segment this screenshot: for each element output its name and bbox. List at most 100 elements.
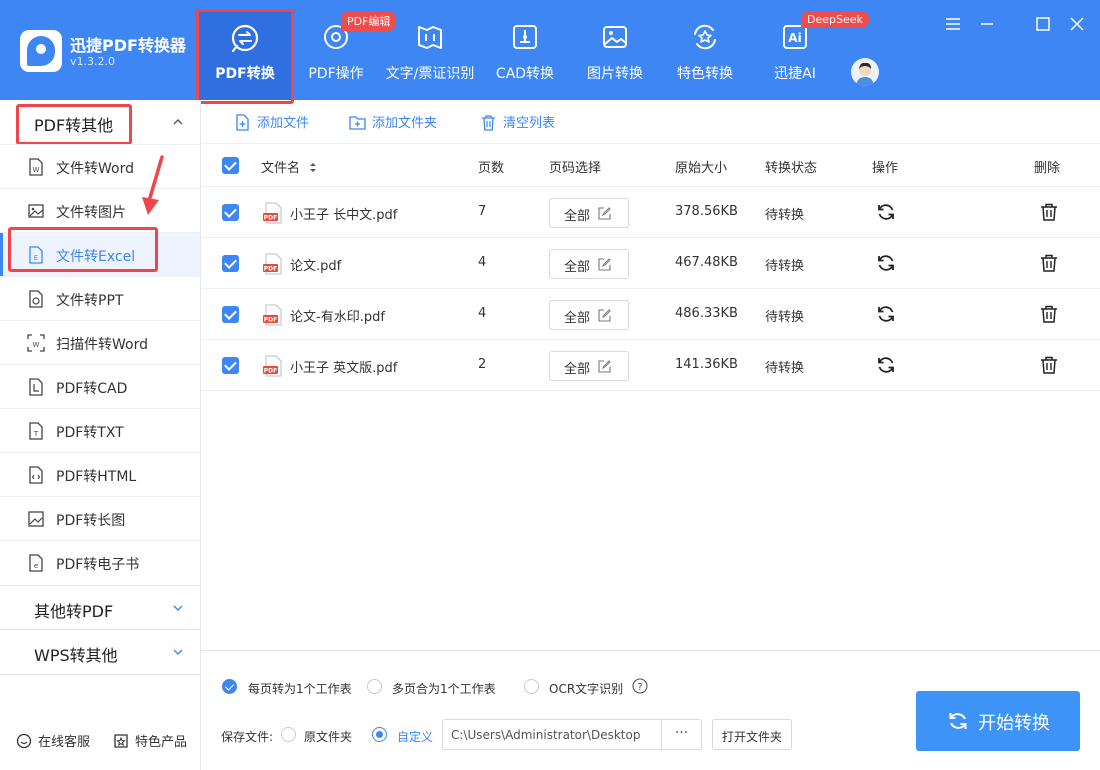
special-products-label: 特色产品 <box>135 735 188 750</box>
online-service-link[interactable]: 在线客服 <box>16 731 90 750</box>
add-folder-button[interactable]: 添加文件夹 <box>349 112 437 131</box>
sidebar-item-cad[interactable]: PDF转CAD <box>0 364 200 408</box>
row-checkbox[interactable] <box>222 357 239 374</box>
sidebar-item-ebook[interactable]: e PDF转电子书 <box>0 540 200 584</box>
per-page-sheet-radio[interactable] <box>222 679 237 694</box>
trash-icon[interactable] <box>1039 253 1059 273</box>
special-products-link[interactable]: 特色产品 <box>113 731 187 750</box>
user-avatar[interactable] <box>851 58 879 86</box>
file-name: 小王子 长中文.pdf <box>290 208 398 223</box>
row-checkbox[interactable] <box>222 204 239 221</box>
ebook-icon: e <box>29 554 43 572</box>
sidebar-group-wps-to-other[interactable]: WPS转其他 <box>0 629 200 673</box>
row-checkbox[interactable] <box>222 255 239 272</box>
browse-button[interactable]: ··· <box>661 719 702 750</box>
trash-icon[interactable] <box>1039 304 1059 324</box>
file-size: 378.56KB <box>675 204 738 219</box>
refresh-icon <box>949 713 967 729</box>
group-label: 其他转PDF <box>34 602 114 621</box>
maximize-icon[interactable] <box>1033 14 1053 34</box>
top-bar: 迅捷PDF转换器 v1.3.2.0 PDF转换 PDF操作 PDF编辑 文字/票… <box>0 0 1100 104</box>
ocr-radio[interactable] <box>524 679 539 694</box>
divider <box>0 674 200 675</box>
convert-status: 待转换 <box>765 208 805 223</box>
sidebar-item-image[interactable]: 文件转图片 <box>0 188 200 232</box>
original-folder-label: 原文件夹 <box>304 730 353 744</box>
add-file-label: 添加文件 <box>257 116 310 131</box>
html-icon <box>29 466 43 484</box>
sidebar-item-label: PDF转CAD <box>56 381 128 397</box>
options-panel: 每页转为1个工作表 多页合为1个工作表 OCR文字识别 ? 保存文件: 原文件夹… <box>201 650 1100 770</box>
group-label: WPS转其他 <box>34 646 118 665</box>
minimize-icon[interactable] <box>977 14 997 34</box>
page-range-button[interactable]: 全部 <box>549 351 629 381</box>
svg-text:W: W <box>33 341 40 349</box>
sidebar-item-label: PDF转HTML <box>56 469 137 485</box>
tab-ocr[interactable]: 文字/票证识别 <box>384 0 476 100</box>
custom-folder-radio[interactable] <box>372 727 387 742</box>
page-range-button[interactable]: 全部 <box>549 249 629 279</box>
start-convert-button[interactable]: 开始转换 <box>916 691 1080 751</box>
page-count: 4 <box>478 306 487 321</box>
chevron-up-icon <box>173 119 183 125</box>
trash-icon[interactable] <box>1039 355 1059 375</box>
help-icon[interactable]: ? <box>632 678 648 694</box>
close-icon[interactable] <box>1067 14 1087 34</box>
page-count: 4 <box>478 255 487 270</box>
app-logo <box>20 30 62 72</box>
tab-label: CAD转换 <box>495 66 555 82</box>
edit-icon <box>598 258 611 271</box>
sidebar-item-ppt[interactable]: 文件转PPT <box>0 276 200 320</box>
tab-special[interactable]: 特色转换 <box>659 0 751 100</box>
refresh-icon[interactable] <box>876 355 896 375</box>
header-operation: 操作 <box>872 161 899 176</box>
sidebar-item-word[interactable]: W 文件转Word <box>0 144 200 188</box>
file-size: 141.36KB <box>675 357 738 372</box>
header-filename-label: 文件名 <box>261 161 301 176</box>
save-file-label: 保存文件: <box>221 730 274 744</box>
file-size: 467.48KB <box>675 255 738 270</box>
add-file-icon <box>236 114 249 131</box>
svg-text:W: W <box>33 166 40 174</box>
sidebar-item-long-image[interactable]: PDF转长图 <box>0 496 200 540</box>
file-name: 论文.pdf <box>290 259 342 274</box>
refresh-icon[interactable] <box>876 202 896 222</box>
highlight-frame <box>196 9 294 104</box>
header-filename[interactable]: 文件名 <box>261 157 317 176</box>
image-icon <box>28 204 44 218</box>
sidebar-group-other-to-pdf[interactable]: 其他转PDF <box>0 585 200 629</box>
pdf-file-icon: PDF <box>263 202 282 224</box>
tab-label: PDF操作 <box>308 66 364 82</box>
sidebar-item-label: 扫描件转Word <box>56 337 148 353</box>
tab-cad[interactable]: CAD转换 <box>479 0 571 100</box>
image-icon <box>603 26 627 48</box>
open-folder-button[interactable]: 打开文件夹 <box>712 719 792 750</box>
sidebar-item-txt[interactable]: T PDF转TXT <box>0 408 200 452</box>
merge-sheet-radio[interactable] <box>367 679 382 694</box>
sidebar-footer: 在线客服 特色产品 <box>0 715 200 765</box>
chat-icon <box>16 733 32 749</box>
chevron-down-icon <box>173 605 183 611</box>
sidebar-item-scan-word[interactable]: W 扫描件转Word <box>0 320 200 364</box>
sidebar-item-label: PDF转电子书 <box>56 557 140 573</box>
sidebar: PDF转其他 W 文件转Word 文件转图片 E 文件转Excel 文件转PPT… <box>0 100 201 770</box>
save-path-input[interactable]: C:\Users\Administrator\Desktop <box>442 719 662 750</box>
trash-icon[interactable] <box>1039 202 1059 222</box>
table-row: PDF 小王子 英文版.pdf 2 全部 141.36KB 待转换 <box>201 340 1100 391</box>
clear-list-button[interactable]: 清空列表 <box>480 112 555 131</box>
menu-icon[interactable] <box>943 14 963 34</box>
page-range-label: 全部 <box>564 260 591 275</box>
select-all-checkbox[interactable] <box>222 157 239 174</box>
original-folder-radio[interactable] <box>281 727 296 742</box>
sidebar-item-html[interactable]: PDF转HTML <box>0 452 200 496</box>
tab-image[interactable]: 图片转换 <box>569 0 661 100</box>
refresh-icon[interactable] <box>876 253 896 273</box>
row-checkbox[interactable] <box>222 306 239 323</box>
refresh-icon[interactable] <box>876 304 896 324</box>
chevron-down-icon <box>173 649 183 655</box>
sidebar-item-label: PDF转TXT <box>56 425 124 441</box>
page-range-button[interactable]: 全部 <box>549 300 629 330</box>
txt-icon: T <box>29 422 43 440</box>
page-range-button[interactable]: 全部 <box>549 198 629 228</box>
add-file-button[interactable]: 添加文件 <box>234 112 309 131</box>
